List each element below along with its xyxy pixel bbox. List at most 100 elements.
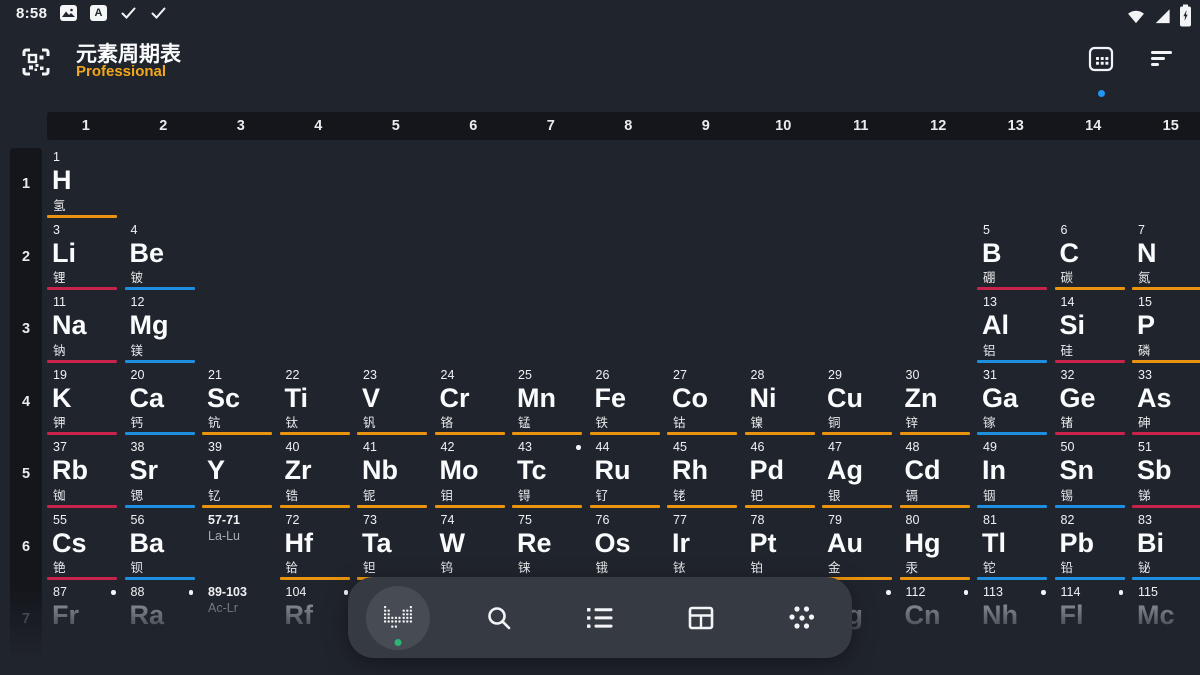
- category-underline: [47, 577, 117, 580]
- element-cell-Nb[interactable]: 41Nb铌: [357, 438, 435, 511]
- element-cell-Ru[interactable]: 44Ru钌: [590, 438, 668, 511]
- element-cell-Sc[interactable]: 21Sc钪: [202, 366, 280, 439]
- element-cell-Mn[interactable]: 25Mn锰: [512, 366, 590, 439]
- element-cell-Ni[interactable]: 28Ni镍: [745, 366, 823, 439]
- element-cell-Cs[interactable]: 55Cs铯: [47, 511, 125, 584]
- element-cell-Rf[interactable]: 104Rf: [280, 583, 358, 656]
- element-symbol: K: [52, 381, 72, 415]
- element-cell-Si[interactable]: 14Si硅: [1055, 293, 1133, 366]
- element-cell-Tl[interactable]: 81Tl铊: [977, 511, 1055, 584]
- element-cell-Hg[interactable]: 80Hg汞: [900, 511, 978, 584]
- element-symbol: Fe: [595, 381, 627, 415]
- atomic-number: 74: [441, 513, 455, 527]
- group-header-1: 1: [47, 112, 125, 140]
- element-cell-Pd[interactable]: 46Pd钯: [745, 438, 823, 511]
- element-cell-Sn[interactable]: 50Sn锡: [1055, 438, 1133, 511]
- cellular-signal-icon: [1153, 6, 1172, 26]
- element-cell-Os[interactable]: 76Os锇: [590, 511, 668, 584]
- element-symbol: Ge: [1060, 381, 1096, 415]
- nav-item-molecule[interactable]: [756, 577, 848, 658]
- element-symbol: Ru: [595, 453, 631, 487]
- element-cell-Ta[interactable]: 73Ta钽: [357, 511, 435, 584]
- element-symbol: Co: [672, 381, 708, 415]
- radioactive-dot: [964, 590, 969, 595]
- element-cell-Fl[interactable]: 114Fl: [1055, 583, 1133, 656]
- element-cell-Co[interactable]: 27Co钴: [667, 366, 745, 439]
- element-symbol: H: [52, 163, 72, 197]
- element-cell-Ba[interactable]: 56Ba钡: [125, 511, 203, 584]
- element-cell-Cn[interactable]: 112Cn: [900, 583, 978, 656]
- element-cell-Sr[interactable]: 38Sr锶: [125, 438, 203, 511]
- element-cell-Be[interactable]: 4Be铍: [125, 221, 203, 294]
- element-symbol: Rh: [672, 453, 708, 487]
- element-cell-Y[interactable]: 39Y钇: [202, 438, 280, 511]
- element-cell-Mg[interactable]: 12Mg镁: [125, 293, 203, 366]
- element-cell-As[interactable]: 33As砷: [1132, 366, 1200, 439]
- sort-button[interactable]: [1150, 46, 1178, 74]
- element-cell-Mo[interactable]: 42Mo钼: [435, 438, 513, 511]
- element-name-zh: 钛: [286, 412, 299, 431]
- element-cell-Al[interactable]: 13Al铝: [977, 293, 1055, 366]
- element-cell-Pt[interactable]: 78Pt铂: [745, 511, 823, 584]
- element-cell-V[interactable]: 23V钒: [357, 366, 435, 439]
- element-cell-Sb[interactable]: 51Sb锑: [1132, 438, 1200, 511]
- category-underline: [47, 505, 117, 508]
- element-cell-Cd[interactable]: 48Cd镉: [900, 438, 978, 511]
- element-cell-Ag[interactable]: 47Ag银: [822, 438, 900, 511]
- atomic-number: 15: [1138, 295, 1152, 309]
- atomic-number: 87: [53, 585, 67, 599]
- category-underline: [1132, 505, 1200, 508]
- element-cell-In[interactable]: 49In铟: [977, 438, 1055, 511]
- element-cell-Ir[interactable]: 77Ir铱: [667, 511, 745, 584]
- element-cell-Ga[interactable]: 31Ga镓: [977, 366, 1055, 439]
- element-cell-Pb[interactable]: 82Pb铅: [1055, 511, 1133, 584]
- element-cell-Li[interactable]: 3Li锂: [47, 221, 125, 294]
- element-cell-Na[interactable]: 11Na钠: [47, 293, 125, 366]
- element-cell-Au[interactable]: 79Au金: [822, 511, 900, 584]
- element-cell-H[interactable]: 1H氢: [47, 148, 125, 221]
- element-cell-Nh[interactable]: 113Nh: [977, 583, 1055, 656]
- element-name-zh: 金: [828, 557, 841, 576]
- element-cell-Rh[interactable]: 45Rh铑: [667, 438, 745, 511]
- element-cell-N[interactable]: 7N氮: [1132, 221, 1200, 294]
- element-cell-K[interactable]: 19K钾: [47, 366, 125, 439]
- element-symbol: Ga: [982, 381, 1018, 415]
- element-symbol: Cs: [52, 526, 87, 560]
- element-cell-Ca[interactable]: 20Ca钙: [125, 366, 203, 439]
- element-cell-Mc[interactable]: 115Mc: [1132, 583, 1200, 656]
- element-cell-Ge[interactable]: 32Ge锗: [1055, 366, 1133, 439]
- element-range-label: La-Lu: [208, 529, 240, 543]
- element-cell-Bi[interactable]: 83Bi铋: [1132, 511, 1200, 584]
- nav-item-search[interactable]: [453, 577, 545, 658]
- element-cell-Ra[interactable]: 88Ra: [125, 583, 203, 656]
- element-cell-Cr[interactable]: 24Cr铬: [435, 366, 513, 439]
- group-header-3: 3: [202, 112, 280, 140]
- calculator-button[interactable]: [1088, 46, 1116, 74]
- element-cell-Hf[interactable]: 72Hf铪: [280, 511, 358, 584]
- atomic-number: 45: [673, 440, 687, 454]
- element-cell-B[interactable]: 5B硼: [977, 221, 1055, 294]
- category-underline: [900, 577, 970, 580]
- element-cell-Cu[interactable]: 29Cu铜: [822, 366, 900, 439]
- element-cell-Rb[interactable]: 37Rb铷: [47, 438, 125, 511]
- element-cell-C[interactable]: 6C碳: [1055, 221, 1133, 294]
- element-cell-Fe[interactable]: 26Fe铁: [590, 366, 668, 439]
- element-cell-Re[interactable]: 75Re铼: [512, 511, 590, 584]
- element-name-zh: 锗: [1061, 412, 1074, 431]
- element-cell-W[interactable]: 74W钨: [435, 511, 513, 584]
- element-cell-Zn[interactable]: 30Zn锌: [900, 366, 978, 439]
- check-icon: [120, 5, 137, 21]
- status-bar: 8:58 A: [0, 0, 1200, 28]
- atomic-number: 56: [131, 513, 145, 527]
- element-cell-P[interactable]: 15P磷: [1132, 293, 1200, 366]
- element-cell-Fr[interactable]: 87Fr: [47, 583, 125, 656]
- nav-item-periodic-table[interactable]: [352, 577, 444, 658]
- element-cell-Ti[interactable]: 22Ti钛: [280, 366, 358, 439]
- nav-item-table[interactable]: [655, 577, 747, 658]
- atomic-number: 26: [596, 368, 610, 382]
- element-cell-Tc[interactable]: 43Tc锝: [512, 438, 590, 511]
- element-cell-57-71[interactable]: 57-71La-Lu: [202, 511, 280, 584]
- nav-item-list[interactable]: [554, 577, 646, 658]
- element-cell-Zr[interactable]: 40Zr锆: [280, 438, 358, 511]
- element-cell-89-103[interactable]: 89-103Ac-Lr: [202, 583, 280, 656]
